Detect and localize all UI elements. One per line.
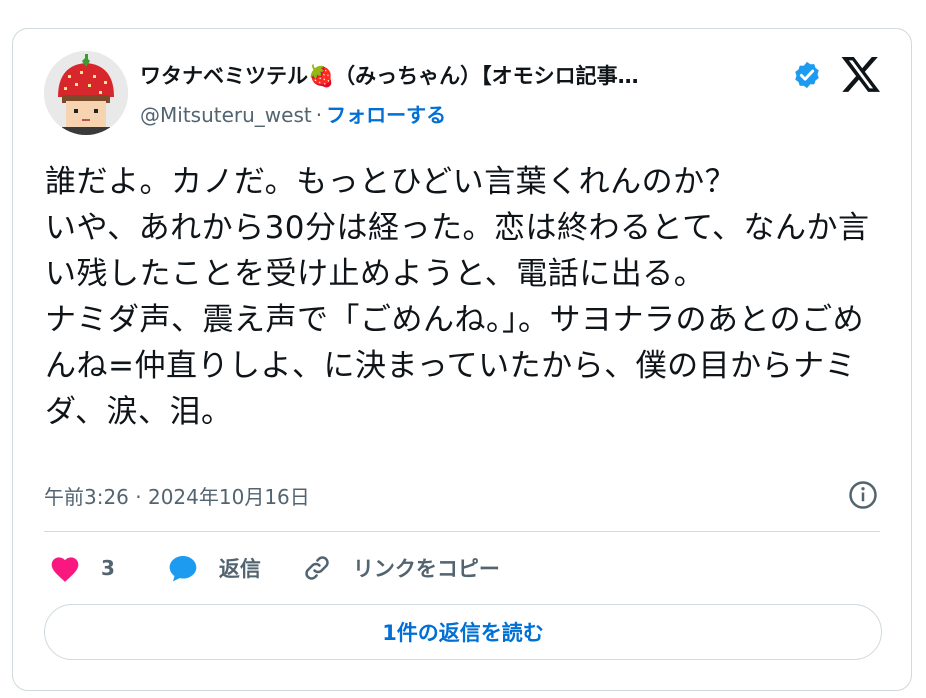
heart-icon xyxy=(51,557,79,582)
tweet-body: 誰だよ。カノだ。もっとひどい言葉くれんのか？ いや、あれから30分は経った。恋は… xyxy=(45,164,870,430)
strawberry-head-avatar-icon xyxy=(44,51,128,135)
info-icon[interactable] xyxy=(848,480,878,510)
follow-button[interactable]: フォローする xyxy=(326,103,446,127)
author-name[interactable]: ワタナベミツテル🍓（みっちゃん）【オモシロ記事… xyxy=(140,60,639,90)
verified-badge-icon xyxy=(795,61,819,89)
reply-bubble-icon xyxy=(169,556,197,582)
separator: · xyxy=(315,103,323,127)
handle-row: @Mitsuteru_west · フォローする xyxy=(140,99,446,128)
copy-link-button[interactable]: リンクをコピー xyxy=(301,553,500,583)
link-icon xyxy=(305,556,329,580)
reply-button[interactable]: 返信 xyxy=(167,553,261,583)
author-handle[interactable]: @Mitsuteru_west xyxy=(140,103,312,127)
tweet-timestamp[interactable]: 午前3:26 · 2024年10月16日 xyxy=(44,481,310,510)
avatar[interactable] xyxy=(44,51,128,135)
author-name-row[interactable]: ワタナベミツテル🍓（みっちゃん）【オモシロ記事… xyxy=(140,57,639,93)
like-count: 3 xyxy=(101,556,115,580)
tweet-card: ワタナベミツテル🍓（みっちゃん）【オモシロ記事… @Mitsuteru_west… xyxy=(12,28,912,691)
like-button[interactable]: 3 xyxy=(49,553,115,583)
read-replies-button[interactable]: 1件の返信を読む xyxy=(44,604,882,660)
divider xyxy=(44,531,880,532)
reply-label: 返信 xyxy=(218,557,261,581)
action-bar: 3 返信 リンクをコピー xyxy=(49,553,534,583)
x-logo-icon[interactable] xyxy=(840,53,882,95)
copy-link-label: リンクをコピー xyxy=(352,557,500,581)
